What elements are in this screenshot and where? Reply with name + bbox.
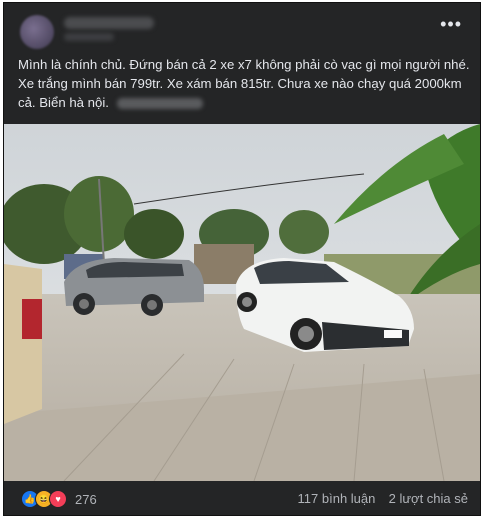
shares-count[interactable]: 2 lượt chia sẻ	[389, 491, 468, 506]
engagement-stats: 117 bình luận 2 lượt chia sẻ	[298, 491, 468, 506]
post-header: •••	[4, 3, 480, 49]
post-meta-redacted	[64, 33, 114, 41]
redacted-phone-number	[116, 98, 203, 110]
post-text-block: Mình là chính chủ. Đứng bán cả 2 xe x7 k…	[18, 55, 470, 112]
avatar[interactable]	[20, 15, 54, 49]
house-wall	[4, 264, 42, 424]
author-name-redacted[interactable]	[64, 17, 154, 29]
facebook-post-card: ••• Mình là chính chủ. Đứng bán cả 2 xe …	[3, 2, 481, 516]
post-body-text: Mình là chính chủ. Đứng bán cả 2 xe x7 k…	[18, 57, 470, 110]
reaction-summary[interactable]: 👍 😆 ♥ 276	[21, 490, 97, 508]
comments-count[interactable]: 117 bình luận	[298, 491, 376, 506]
love-icon: ♥	[49, 490, 67, 508]
parking-scene-photo	[4, 124, 480, 481]
reaction-count[interactable]: 276	[75, 492, 97, 507]
post-footer: 👍 😆 ♥ 276 117 bình luận 2 lượt chia sẻ	[4, 481, 480, 515]
more-options-icon[interactable]: •••	[440, 15, 462, 33]
motorbike	[22, 299, 42, 339]
post-photo[interactable]	[4, 124, 480, 481]
